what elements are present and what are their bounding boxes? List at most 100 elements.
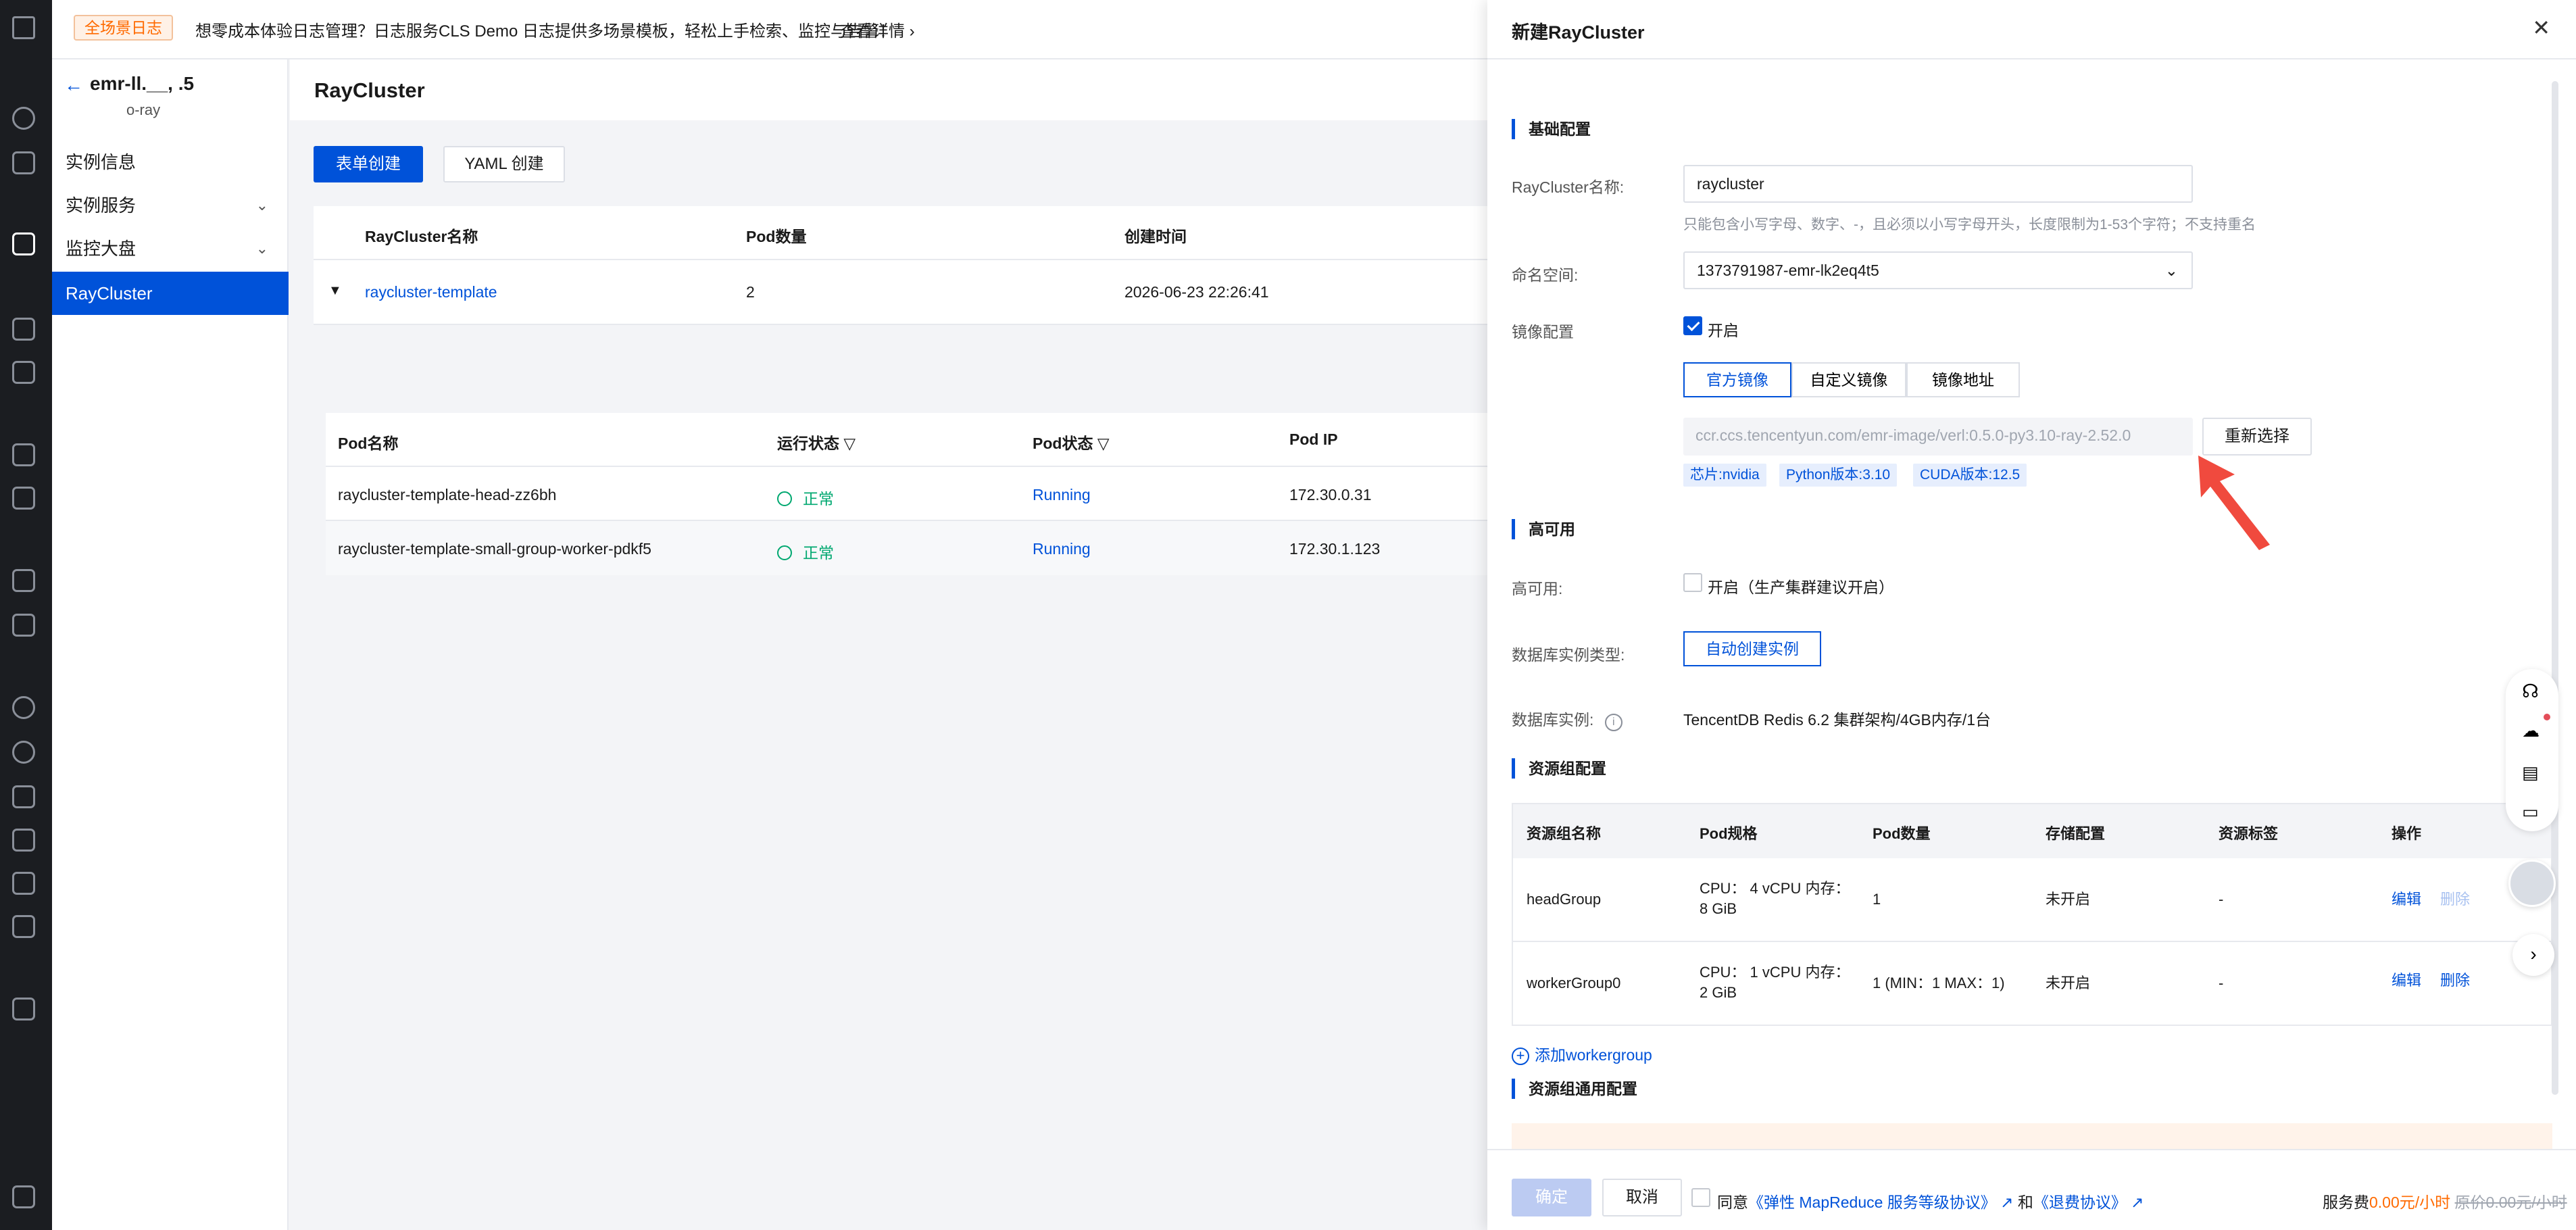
- assistant-avatar[interactable]: [2508, 860, 2556, 907]
- headset-icon[interactable]: ☊: [2522, 680, 2539, 702]
- column-header-label: 运行状态: [777, 435, 839, 452]
- back-arrow-icon[interactable]: ←: [64, 74, 83, 96]
- filter-icon[interactable]: ▽: [843, 435, 856, 452]
- ai-icon[interactable]: [12, 998, 35, 1020]
- table-row[interactable]: raycluster-template-small-group-worker-p…: [326, 521, 1487, 575]
- agree-checkbox[interactable]: [1691, 1188, 1710, 1207]
- page-header: RayCluster: [290, 59, 1487, 120]
- edit-link[interactable]: 编辑: [2392, 889, 2421, 910]
- run-status-label: 正常: [803, 544, 834, 562]
- table-icon[interactable]: [12, 487, 35, 510]
- ha-option-label: 开启（生产集群建议开启）: [1708, 579, 1894, 596]
- cloud-icon[interactable]: ☁: [2522, 720, 2540, 741]
- promo-details-label[interactable]: 查看详情: [840, 22, 905, 41]
- sidebar-item-monitoring[interactable]: 监控大盘 ⌄: [52, 227, 289, 270]
- promo-details-link[interactable]: 查看详情 ›: [840, 18, 915, 41]
- book-icon[interactable]: ▤: [2522, 762, 2539, 783]
- db-instance-value: TencentDB Redis 6.2 集群架构/4GB内存/1台: [1683, 711, 1991, 729]
- edit-link[interactable]: 编辑: [2392, 970, 2421, 991]
- image-enable-checkbox[interactable]: [1683, 316, 1702, 335]
- chevron-right-icon[interactable]: ›: [2512, 934, 2554, 976]
- instance-subtitle: o-ray: [126, 101, 161, 118]
- filter-icon[interactable]: [12, 361, 35, 384]
- external-link-icon: ↗: [2000, 1194, 2014, 1211]
- group-name: headGroup: [1527, 891, 1602, 908]
- sidebar-item-label: 实例服务: [66, 195, 137, 216]
- cube-icon[interactable]: [12, 232, 35, 255]
- pod-ip: 172.30.1.123: [1289, 540, 1381, 558]
- resource-group-table: 资源组名称 Pod规格 Pod数量 存储配置 资源标签 操作 headGroup…: [1512, 803, 2552, 1026]
- info-icon[interactable]: i: [1604, 714, 1623, 731]
- instance-sidebar: ← emr-ll.__, .5 o-ray 实例信息 实例服务 ⌄ 监控大盘 ⌄ R…: [52, 59, 289, 1230]
- column-header: 存储配置: [2046, 825, 2106, 842]
- yaml-create-button[interactable]: YAML 创建: [443, 146, 565, 182]
- storage-config: 未开启: [2046, 975, 2091, 991]
- emr-logo-icon[interactable]: [12, 16, 35, 39]
- reselect-button[interactable]: 重新选择: [2202, 418, 2312, 456]
- ha-checkbox[interactable]: [1683, 573, 1702, 592]
- name-label: RayCluster名称:: [1512, 178, 1625, 196]
- link-icon[interactable]: [12, 318, 35, 341]
- column-header: Pod规格: [1700, 825, 1758, 842]
- collapse-sidebar-icon[interactable]: [12, 1185, 35, 1208]
- image-icon[interactable]: [12, 915, 35, 938]
- dashboard-icon[interactable]: [12, 107, 35, 130]
- shield-icon[interactable]: [12, 872, 35, 895]
- tab-image-address[interactable]: 镜像地址: [1906, 362, 2020, 397]
- table-row[interactable]: ▼ raycluster-template 2 2026-06-23 22:26…: [314, 260, 1487, 325]
- user-icon[interactable]: [12, 696, 35, 719]
- namespace-select[interactable]: 1373791987-emr-lk2eq4t5 ⌄: [1683, 251, 2193, 289]
- db-instance-label: 数据库实例: i: [1512, 707, 1623, 731]
- group-pod-count: 1 (MIN：1 MAX：1): [1873, 975, 2005, 991]
- settings-icon[interactable]: [12, 829, 35, 852]
- fee-original: 原价0.00元/小时: [2454, 1194, 2567, 1211]
- monitor-icon[interactable]: [12, 741, 35, 764]
- fee-value: 0.00元/小时: [2369, 1194, 2451, 1211]
- add-workergroup-label: 添加workergroup: [1535, 1046, 1652, 1064]
- storage-config: 未开启: [2046, 891, 2091, 908]
- add-workergroup-button[interactable]: + 添加workergroup: [1512, 1042, 1652, 1065]
- delete-link[interactable]: 删除: [2440, 970, 2470, 991]
- column-header: 资源组名称: [1527, 825, 1602, 842]
- sidebar-item-raycluster[interactable]: RayCluster: [52, 272, 289, 315]
- sla-agreement-link[interactable]: 《弹性 MapReduce 服务等级协议》: [1748, 1194, 1996, 1211]
- sidebar-item-instance-info[interactable]: 实例信息: [52, 141, 289, 184]
- column-header: RayCluster名称: [365, 228, 478, 245]
- promo-text: 想零成本体验日志管理？日志服务CLS Demo 日志提供多场景模板，轻松上手检索…: [195, 22, 896, 41]
- tab-official-image[interactable]: 官方镜像: [1683, 362, 1791, 397]
- table-row[interactable]: raycluster-template-head-zz6bh 正常 Runnin…: [326, 467, 1487, 521]
- form-create-button[interactable]: 表单创建: [314, 146, 423, 182]
- sidebar-item-label: RayCluster: [66, 283, 153, 303]
- close-icon[interactable]: ✕: [2532, 15, 2550, 41]
- image-enable-label: 开启: [1708, 322, 1739, 339]
- drawer-footer: 确定 取消 同意《弹性 MapReduce 服务等级协议》 ↗ 和《退费协议》 …: [1487, 1149, 2576, 1230]
- report-icon[interactable]: [12, 785, 35, 808]
- tab-custom-image[interactable]: 自定义镜像: [1791, 362, 1906, 397]
- agree-label: 同意: [1717, 1194, 1748, 1211]
- document-icon[interactable]: [12, 151, 35, 174]
- chevron-right-icon: ›: [909, 22, 915, 41]
- list-icon[interactable]: [12, 443, 35, 466]
- cancel-button[interactable]: 取消: [1602, 1179, 1682, 1216]
- group-pod-count: 1: [1873, 891, 1881, 908]
- pod-spec-line: CPU： 1 vCPU 内存：: [1700, 964, 1850, 981]
- raycluster-name-input[interactable]: raycluster: [1683, 165, 2193, 203]
- chevron-down-icon: ⌄: [255, 240, 268, 257]
- promo-banner: 全场景日志 想零成本体验日志管理？日志服务CLS Demo 日志提供多场景模板，…: [52, 0, 1487, 59]
- sidebar-item-instance-services[interactable]: 实例服务 ⌄: [52, 184, 289, 227]
- drawer-scrollbar[interactable]: [2552, 81, 2558, 1095]
- expand-toggle-icon[interactable]: ▼: [328, 283, 342, 299]
- cluster-name-link[interactable]: raycluster-template: [365, 283, 497, 301]
- feedback-icon[interactable]: ▭: [2522, 802, 2539, 822]
- layers-icon[interactable]: [12, 569, 35, 592]
- column-header: Pod名称: [338, 435, 399, 452]
- db-instance-label-text: 数据库实例:: [1512, 711, 1594, 729]
- check-circle-icon: [777, 491, 792, 506]
- filter-icon[interactable]: ▽: [1097, 435, 1110, 452]
- refund-agreement-link[interactable]: 《退费协议》: [2033, 1194, 2127, 1211]
- grid-icon[interactable]: [12, 614, 35, 637]
- warning-banner: [1512, 1123, 2552, 1150]
- pod-spec-line: 8 GiB: [1700, 900, 1737, 917]
- divider: [1487, 58, 2576, 59]
- auto-create-instance-button[interactable]: 自动创建实例: [1683, 631, 1821, 666]
